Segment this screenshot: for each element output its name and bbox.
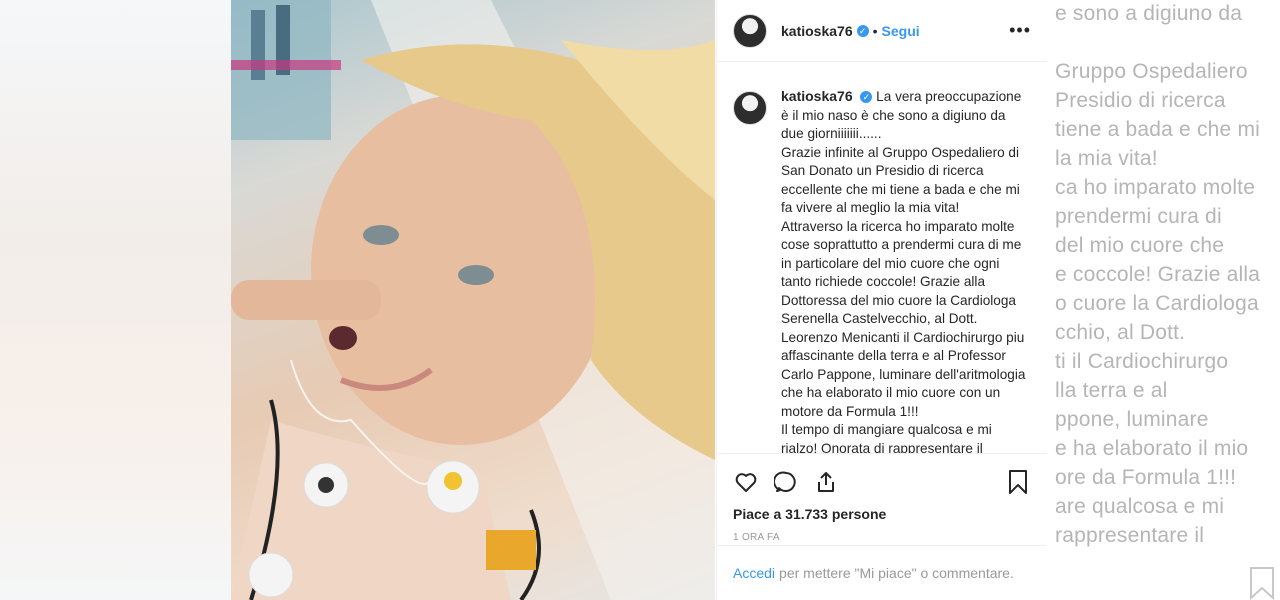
background-text-line: Gruppo Ospedaliero [1055,60,1248,83]
login-link[interactable]: Accedi [733,565,775,581]
caption-line-3: Attraverso la ricerca ho imparato molte … [781,218,1026,419]
background-text-line: tiene a bada e che mi [1055,118,1261,141]
caption-verified-badge-icon: ✓ [860,91,873,104]
separator-dot: • [872,22,878,39]
comments-area[interactable]: katioska76 ✓ La vera preoccupazione è il… [717,63,1047,453]
likes-count[interactable]: Piace a 31.733 persone [733,506,1031,522]
background-text-line: del mio cuore che [1055,234,1225,257]
background-text-line: are qualcosa e mi [1055,495,1225,518]
caption-line-2: Grazie infinite al Gruppo Ospedaliero di… [781,144,1020,216]
background-text-line: ti il Cardiochirurgo [1055,350,1229,373]
caption-text: katioska76 ✓ La vera preoccupazione è il… [781,87,1026,453]
comment-bubble-icon[interactable] [773,469,799,495]
background-text-line: o cuore la Cardiologa [1055,292,1259,315]
follow-button[interactable]: Segui [882,23,920,39]
background-text-line: ppone, luminare [1055,408,1209,431]
background-text-line: e sono a digiuno da [1055,2,1243,25]
caption-username-link[interactable]: katioska76 [781,88,853,104]
background-text-line: e coccole! Grazie alla [1055,263,1261,286]
caption: katioska76 ✓ La vera preoccupazione è il… [733,87,1031,453]
background-text-line: e ha elaborato il mio [1055,437,1249,460]
background-text-line: ore da Formula 1!!! [1055,466,1237,489]
background-left-blur [0,0,231,600]
background-text-line: la mia vita! [1055,147,1158,170]
caption-avatar[interactable] [733,91,767,125]
avatar[interactable] [733,13,767,48]
post-header: katioska76 ✓ • Segui ••• [717,0,1047,62]
more-options-icon[interactable]: ••• [1009,20,1031,41]
post-timestamp[interactable]: 1 ORA FA [733,532,1031,543]
background-right-blur: e sono a digiuno da Gruppo Ospedaliero P… [1047,0,1280,600]
post-panel: katioska76 ✓ • Segui ••• katioska76 ✓ La… [716,0,1047,600]
caption-line-4: Il tempo di mangiare qualcosa e mi rialz… [781,422,992,453]
background-text-line: Presidio di ricerca [1055,89,1226,112]
post-photo[interactable] [231,0,715,600]
selfie-image [231,0,715,600]
share-icon[interactable] [813,469,839,495]
background-text-line: prendermi cura di [1055,205,1222,228]
background-text-line: ca ho imparato molte [1055,176,1256,199]
like-heart-icon[interactable] [733,469,759,495]
background-text-line: rappresentare il [1055,524,1205,547]
login-prompt: Accedi per mettere "Mi piace" o commenta… [717,545,1047,600]
login-prompt-text: per mettere "Mi piace" o commentare. [779,565,1014,581]
username-link[interactable]: katioska76 [781,23,853,39]
bookmark-icon[interactable] [1005,469,1031,495]
verified-badge-icon: ✓ [856,24,869,37]
background-bookmark-icon [1250,567,1274,600]
post-actions: Piace a 31.733 persone 1 ORA FA [717,453,1047,545]
background-text-line: lla terra e al [1055,379,1168,402]
background-text-line: cchio, al Dott. [1055,321,1186,344]
